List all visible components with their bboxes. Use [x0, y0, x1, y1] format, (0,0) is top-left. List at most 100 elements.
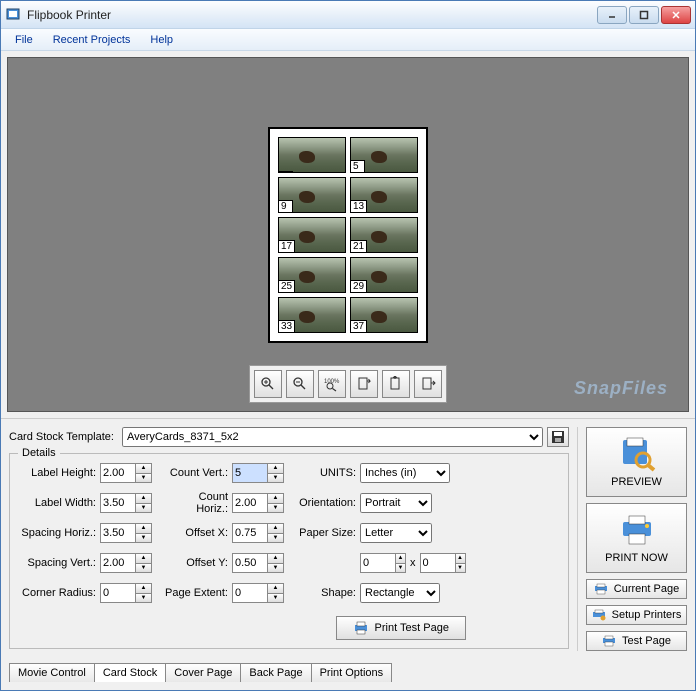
spin-down[interactable]: ▼ [136, 564, 151, 573]
count-vert-input[interactable] [233, 464, 267, 482]
spin-down[interactable]: ▼ [396, 564, 405, 573]
zoom-out-icon [292, 376, 308, 392]
current-page-button[interactable]: Current Page [586, 579, 687, 599]
frame-number: 25 [279, 280, 295, 292]
shape-select[interactable]: Rectangle [360, 583, 440, 603]
menu-help[interactable]: Help [140, 32, 183, 48]
page-extent-spinner[interactable]: ▲▼ [232, 583, 284, 603]
minimize-button[interactable] [597, 6, 627, 24]
offset-y-spinner[interactable]: ▲▼ [232, 553, 284, 573]
fit-width-icon [388, 376, 404, 392]
units-label: UNITS: [296, 467, 356, 479]
template-select[interactable]: AveryCards_8371_5x2 [122, 427, 543, 447]
spin-up[interactable]: ▲ [268, 464, 283, 474]
spacing-vert-spinner[interactable]: ▲▼ [100, 553, 152, 573]
spin-down[interactable]: ▼ [136, 534, 151, 543]
zoom-100-button[interactable]: 100% [318, 370, 346, 398]
spin-up[interactable]: ▲ [136, 524, 151, 534]
units-select[interactable]: Inches (in) [360, 463, 450, 483]
paper-width-input[interactable] [361, 554, 395, 572]
details-legend: Details [18, 447, 60, 459]
offset-x-input[interactable] [233, 524, 267, 542]
fit-page-button[interactable] [350, 370, 378, 398]
print-test-button[interactable]: Print Test Page [336, 616, 466, 640]
printer-icon [353, 621, 369, 635]
zoom-out-button[interactable] [286, 370, 314, 398]
offset-x-spinner[interactable]: ▲▼ [232, 523, 284, 543]
corner-radius-input[interactable] [101, 584, 135, 602]
offset-y-input[interactable] [233, 554, 267, 572]
menu-recent-projects[interactable]: Recent Projects [43, 32, 141, 48]
orientation-select[interactable]: Portrait [360, 493, 432, 513]
menu-file[interactable]: File [5, 32, 43, 48]
corner-radius-label: Corner Radius: [18, 587, 96, 599]
paper-width-spinner[interactable]: ▲▼ [360, 553, 406, 573]
print-now-button[interactable]: PRINT NOW [586, 503, 687, 573]
setup-printers-label: Setup Printers [612, 609, 682, 621]
floppy-icon [551, 430, 565, 444]
spin-up[interactable]: ▲ [136, 464, 151, 474]
action-panel: PREVIEW PRINT NOW Current Page Setup Pri… [577, 427, 687, 651]
count-horiz-spinner[interactable]: ▲▼ [232, 493, 284, 513]
spin-down[interactable]: ▼ [136, 504, 151, 513]
card-cell: 21 [350, 217, 418, 253]
spacing-vert-input[interactable] [101, 554, 135, 572]
spin-up[interactable]: ▲ [268, 524, 283, 534]
spin-up[interactable]: ▲ [268, 584, 283, 594]
label-width-input[interactable] [101, 494, 135, 512]
label-height-spinner[interactable]: ▲▼ [100, 463, 152, 483]
spin-up[interactable]: ▲ [136, 584, 151, 594]
tab-cover-page[interactable]: Cover Page [165, 663, 241, 682]
print-test-label: Print Test Page [375, 622, 449, 634]
test-page-button[interactable]: Test Page [586, 631, 687, 651]
save-template-button[interactable] [547, 427, 569, 447]
count-vert-spinner[interactable]: ▲▼ [232, 463, 284, 483]
spacing-horiz-input[interactable] [101, 524, 135, 542]
spin-up[interactable]: ▲ [268, 494, 283, 504]
tab-print-options[interactable]: Print Options [311, 663, 393, 682]
corner-radius-spinner[interactable]: ▲▼ [100, 583, 152, 603]
app-window: Flipbook Printer File Recent Projects He… [0, 0, 696, 691]
spin-up[interactable]: ▲ [396, 554, 405, 564]
tab-movie-control[interactable]: Movie Control [9, 663, 95, 682]
label-width-spinner[interactable]: ▲▼ [100, 493, 152, 513]
tab-back-page[interactable]: Back Page [240, 663, 311, 682]
zoom-in-button[interactable] [254, 370, 282, 398]
spin-down[interactable]: ▼ [268, 534, 283, 543]
app-icon [5, 7, 21, 23]
spin-down[interactable]: ▼ [268, 474, 283, 483]
label-height-input[interactable] [101, 464, 135, 482]
spin-down[interactable]: ▼ [456, 564, 465, 573]
fit-height-button[interactable] [414, 370, 442, 398]
frame-number: 29 [351, 280, 367, 292]
spacing-horiz-spinner[interactable]: ▲▼ [100, 523, 152, 543]
orientation-label: Orientation: [296, 497, 356, 509]
spin-down[interactable]: ▼ [268, 504, 283, 513]
page-extent-input[interactable] [233, 584, 267, 602]
page-preview: 5 9 13 17 21 25 29 33 37 [268, 127, 428, 343]
count-horiz-input[interactable] [233, 494, 267, 512]
zoom-toolbar: 100% [249, 365, 447, 403]
spin-up[interactable]: ▲ [136, 494, 151, 504]
paper-height-input[interactable] [421, 554, 455, 572]
spin-up[interactable]: ▲ [268, 554, 283, 564]
spin-down[interactable]: ▼ [136, 594, 151, 603]
close-button[interactable] [661, 6, 691, 24]
spin-down[interactable]: ▼ [268, 564, 283, 573]
spin-down[interactable]: ▼ [136, 474, 151, 483]
setup-printers-button[interactable]: Setup Printers [586, 605, 687, 625]
spin-up[interactable]: ▲ [456, 554, 465, 564]
spin-down[interactable]: ▼ [268, 594, 283, 603]
card-cell: 9 [278, 177, 346, 213]
fit-width-button[interactable] [382, 370, 410, 398]
tab-card-stock[interactable]: Card Stock [94, 663, 166, 682]
frame-number: 5 [351, 160, 365, 172]
fit-page-icon [356, 376, 372, 392]
spin-up[interactable]: ▲ [136, 554, 151, 564]
maximize-button[interactable] [629, 6, 659, 24]
paper-height-spinner[interactable]: ▲▼ [420, 553, 466, 573]
paper-size-select[interactable]: Letter [360, 523, 432, 543]
config-panel: Card Stock Template: AveryCards_8371_5x2… [1, 418, 695, 659]
count-vert-label: Count Vert.: [164, 467, 228, 479]
preview-button[interactable]: PREVIEW [586, 427, 687, 497]
